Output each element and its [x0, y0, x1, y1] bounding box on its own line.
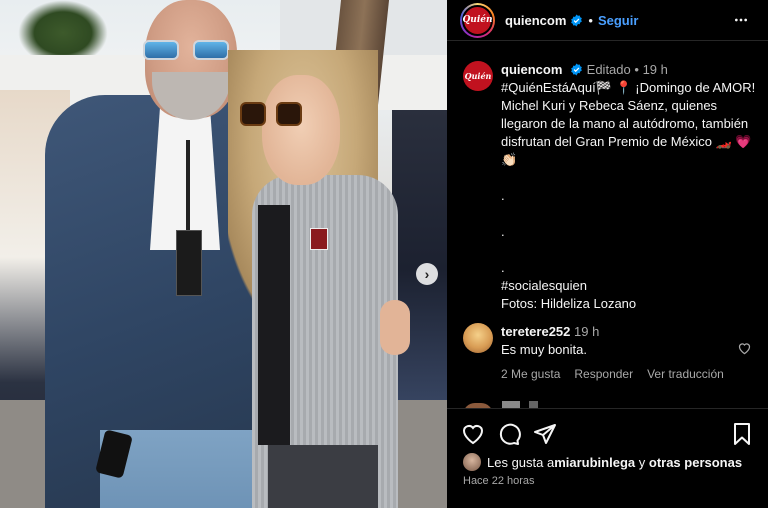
caption-edited: Editado [586, 62, 631, 77]
post-header: Quién quiencom • Seguir [447, 0, 768, 40]
comment-avatar[interactable] [463, 323, 493, 353]
next-comment-preview [502, 401, 562, 408]
bookmark-icon[interactable] [730, 422, 754, 446]
post-photo[interactable]: › [0, 0, 447, 508]
photo-woman-sunglasses [240, 102, 302, 128]
photo-woman-patch [310, 228, 328, 250]
caption-separator: • [634, 62, 639, 77]
comment-item: teretere252 19 h Es muy bonita. 2 Me gus… [463, 323, 758, 383]
header-avatar-logo: Quién [462, 4, 493, 36]
likes-middle: y [635, 454, 649, 470]
caption-username[interactable]: quiencom [501, 62, 562, 77]
comment-text: Es muy bonita. [501, 342, 587, 357]
instagram-post-view: › Quién quiencom • Seguir Quién quiencom… [0, 0, 768, 508]
likes-user[interactable]: miarubinlega [554, 455, 635, 470]
post-timestamp: Hace 22 horas [463, 475, 535, 487]
photo-man-sunglasses [143, 40, 229, 60]
header-separator: • [588, 12, 593, 28]
carousel-next-button[interactable]: › [416, 263, 438, 285]
caption-avatar[interactable]: Quién [463, 61, 493, 91]
caption-time[interactable]: 19 h [643, 62, 668, 77]
likes-avatar[interactable] [463, 453, 481, 471]
heart-icon[interactable] [461, 422, 485, 446]
comment-time: 19 h [574, 324, 600, 339]
action-bar [447, 409, 768, 457]
header-username[interactable]: quiencom [505, 13, 566, 28]
caption: Quién quiencom Editado • 19 h #QuiénEstá… [463, 61, 758, 313]
comments-scroll-area[interactable]: Quién quiencom Editado • 19 h #QuiénEstá… [447, 41, 768, 408]
likes-summary: Les gusta a miarubinlega y otras persona… [463, 453, 742, 471]
post-side-panel: Quién quiencom • Seguir Quién quiencom E… [447, 0, 768, 508]
photo-woman-jeans [268, 445, 378, 508]
caption-text: #QuiénEstáAquí🏁 📍 ¡Domingo de AMOR! Mich… [501, 80, 756, 311]
comment-username[interactable]: teretere252 [501, 324, 570, 339]
heart-icon[interactable] [737, 341, 752, 355]
comment-body: teretere252 19 h Es muy bonita. 2 Me gus… [501, 323, 736, 383]
photo-woman-top [258, 205, 290, 445]
likes-others[interactable]: otras personas [649, 455, 742, 470]
header-avatar[interactable]: Quién [460, 2, 495, 38]
photo-palm [18, 0, 108, 55]
chevron-right-icon: › [424, 266, 430, 282]
comment-likes[interactable]: 2 Me gusta [501, 365, 560, 383]
more-options-icon[interactable] [732, 12, 750, 28]
share-icon[interactable] [533, 422, 557, 446]
comment-meta: 2 Me gusta Responder Ver traducción [501, 365, 736, 383]
photo-hand [380, 300, 410, 355]
comment-translate-button[interactable]: Ver traducción [647, 365, 724, 383]
photo-lanyard [176, 140, 202, 300]
follow-button[interactable]: Seguir [598, 13, 638, 28]
comment-icon[interactable] [497, 422, 521, 446]
verified-badge-icon [571, 14, 583, 26]
caption-body: quiencom Editado • 19 h #QuiénEstáAquí🏁 … [501, 61, 758, 313]
comment-reply-button[interactable]: Responder [574, 365, 633, 383]
verified-badge-icon [571, 63, 582, 76]
likes-prefix: Les gusta a [487, 454, 555, 470]
photo-woman-face [262, 75, 340, 185]
